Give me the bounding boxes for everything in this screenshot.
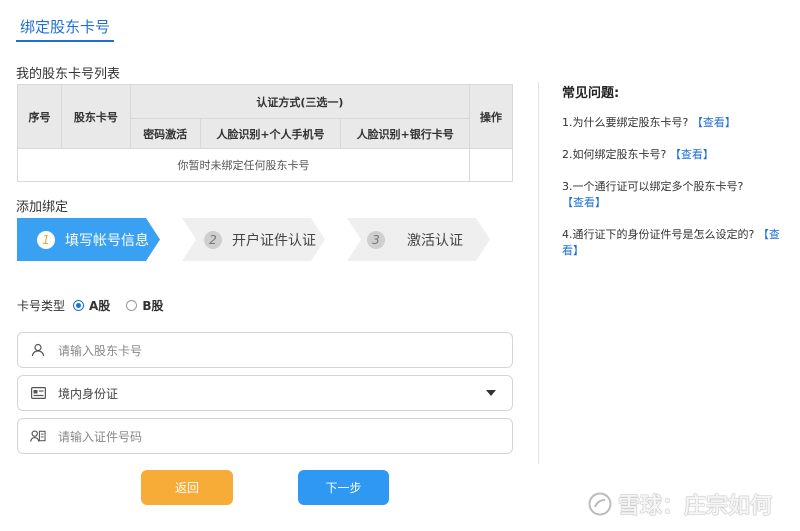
card-type-b-option[interactable]: B股	[126, 297, 163, 314]
faq-question-1: 1.为什么要绑定股东卡号?	[562, 116, 689, 129]
radio-b[interactable]	[126, 300, 138, 311]
faq-title: 常见问题:	[562, 86, 620, 101]
header-password-activate: 密码激活	[129, 118, 201, 149]
faq-question-4: 4.通行证下的身份证件号是怎么设定的?	[562, 228, 755, 241]
watermark: 雪球：庄宗如何	[588, 488, 772, 520]
card-type-a-option[interactable]: A股	[73, 297, 110, 314]
snowball-logo-icon	[588, 492, 612, 516]
empty-action-cell	[469, 148, 513, 182]
empty-row-text: 你暂时未绑定任何股东卡号	[16, 148, 471, 182]
step-1: 1 填写帐号信息	[17, 218, 160, 261]
faq-view-link-2[interactable]: 【查看】	[670, 148, 714, 161]
header-face-bank: 人脸识别+银行卡号	[340, 118, 471, 149]
user-icon	[30, 342, 46, 358]
card-list-title: 我的股东卡号列表	[16, 67, 121, 82]
header-seq: 序号	[17, 84, 62, 149]
card-list-table: 序号 股东卡号 认证方式(三选一) 操作 密码激活 人脸识别+个人手机号 人脸识…	[16, 84, 513, 182]
card-type-b-label: B股	[142, 299, 164, 313]
step-progress: 1 填写帐号信息 2 开户证件认证 3 激活认证	[17, 218, 497, 261]
add-binding-title: 添加绑定	[16, 200, 69, 215]
header-face-phone: 人脸识别+个人手机号	[199, 118, 342, 149]
faq-item-1: 1.为什么要绑定股东卡号? 【查看】	[562, 115, 788, 131]
step-1-label: 填写帐号信息	[65, 232, 149, 249]
tab-bind-card[interactable]: 绑定股东卡号	[16, 14, 115, 42]
radio-a[interactable]	[73, 300, 85, 311]
faq-item-3: 3.一个通行证可以绑定多个股东卡号? 【查看】	[562, 179, 788, 211]
caret-down-icon	[486, 390, 496, 396]
step-3-number: 3	[367, 231, 385, 249]
id-type-value: 境内身份证	[58, 386, 119, 401]
step-3-label: 激活认证	[407, 232, 463, 249]
id-user-icon	[30, 428, 46, 444]
vertical-divider	[538, 82, 539, 464]
id-card-icon	[30, 385, 46, 401]
id-number-input[interactable]: 请输入证件号码	[17, 418, 513, 454]
faq-question-3: 3.一个通行证可以绑定多个股东卡号?	[562, 180, 744, 193]
watermark-text: 雪球：庄宗如何	[618, 494, 773, 519]
header-card: 股东卡号	[60, 84, 131, 149]
header-auth-group: 认证方式(三选一)	[129, 84, 471, 119]
step-2: 2 开户证件认证	[182, 218, 325, 261]
step-2-number: 2	[204, 231, 222, 249]
next-button[interactable]: 下一步	[298, 470, 389, 505]
faq-item-2: 2.如何绑定股东卡号? 【查看】	[562, 147, 788, 163]
tab-label: 绑定股东卡号	[20, 18, 111, 36]
faq-view-link-1[interactable]: 【查看】	[692, 116, 736, 129]
id-type-select[interactable]: 境内身份证	[17, 375, 513, 411]
step-2-label: 开户证件认证	[232, 232, 316, 249]
card-number-input[interactable]: 请输入股东卡号	[17, 332, 513, 368]
faq-item-4: 4.通行证下的身份证件号是怎么设定的? 【查看】	[562, 227, 788, 259]
faq-question-2: 2.如何绑定股东卡号?	[562, 148, 667, 161]
card-type-label: 卡号类型	[17, 299, 66, 313]
back-button[interactable]: 返回	[141, 470, 233, 505]
card-type-a-label: A股	[89, 299, 111, 313]
header-action: 操作	[469, 84, 513, 149]
step-3: 3 激活认证	[347, 218, 490, 261]
step-1-number: 1	[37, 231, 55, 249]
card-number-placeholder: 请输入股东卡号	[58, 343, 143, 358]
card-type-row: 卡号类型 A股 B股	[17, 297, 179, 314]
id-number-placeholder: 请输入证件号码	[58, 429, 143, 444]
faq-view-link-3[interactable]: 【查看】	[562, 196, 606, 209]
